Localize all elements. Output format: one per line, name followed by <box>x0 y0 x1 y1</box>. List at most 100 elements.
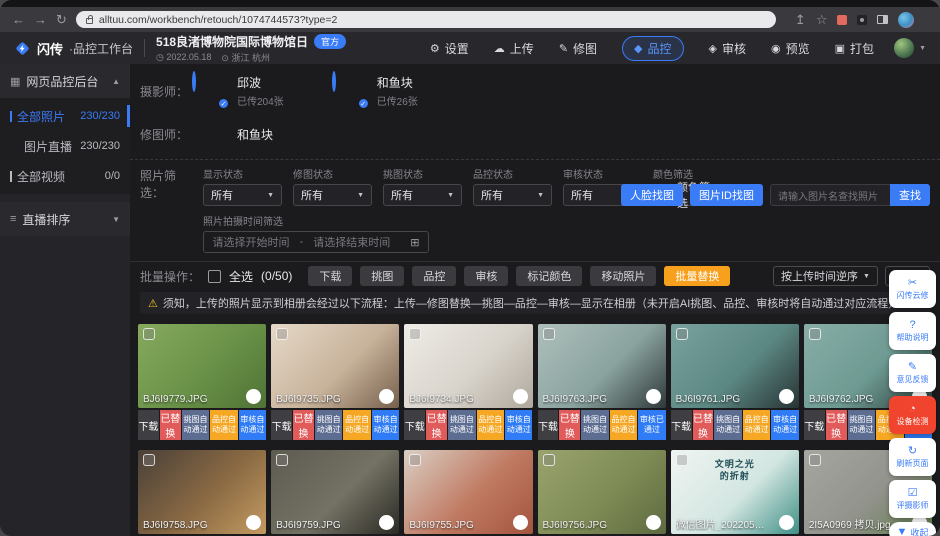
sidebar-group-backend[interactable]: ▦ 网页品控后台 ▲ <box>0 64 130 98</box>
audit-status-tag[interactable]: 审核自动通过 <box>505 410 532 440</box>
photo-select-circle[interactable] <box>513 515 528 530</box>
photo-select-circle[interactable] <box>379 515 394 530</box>
float-闪传云修-button[interactable]: ✂闪传云修 <box>889 270 936 308</box>
photo-select-circle[interactable] <box>379 389 394 404</box>
sidebar-item-图片直播[interactable]: 图片直播230/230 <box>0 131 130 161</box>
pick-status-tag[interactable]: 挑图自动通过 <box>448 410 475 440</box>
sidebar-panel-icon[interactable] <box>877 15 888 24</box>
photo-thumbnail[interactable]: BJ6I9761.JPG <box>671 324 799 408</box>
qc-status-tag[interactable]: 品控自动通过 <box>210 410 237 440</box>
photo-thumbnail[interactable]: BJ6I9763.JPG <box>538 324 666 408</box>
download-button[interactable]: 下载 <box>138 410 159 440</box>
share-icon[interactable]: ↥ <box>795 13 806 26</box>
address-bar[interactable]: alltuu.com/workbench/retouch/1074744573?… <box>76 11 776 28</box>
nav-item-设置[interactable]: ⚙设置 <box>430 40 469 57</box>
replaced-status-tag[interactable]: 已替换 <box>160 410 181 440</box>
qc-status-tag[interactable]: 品控自动通过 <box>610 410 637 440</box>
download-button[interactable]: 下载 <box>404 410 425 440</box>
id-search-button[interactable]: 图片ID找图 <box>690 184 763 206</box>
batch-品控-button[interactable]: 品控 <box>412 266 456 286</box>
pick-status-tag[interactable]: 挑图自动通过 <box>182 410 209 440</box>
float-帮助说明-button[interactable]: ?帮助说明 <box>889 312 936 350</box>
forward-icon[interactable]: → <box>34 13 47 26</box>
photo-thumbnail[interactable]: BJ6I9734.JPG <box>404 324 532 408</box>
photo-checkbox[interactable] <box>276 328 288 340</box>
avatar[interactable] <box>332 71 336 92</box>
filter-select-挑图状态[interactable]: 所有▼ <box>383 184 462 206</box>
pick-status-tag[interactable]: 挑图自动通过 <box>848 410 875 440</box>
extension-icon[interactable] <box>837 15 847 25</box>
search-input[interactable]: 请输入图片名查找照片 <box>770 184 890 206</box>
browser-profile-avatar[interactable] <box>898 12 914 28</box>
photo-thumbnail[interactable]: 文明之光的折射微信图片_202205… <box>671 450 799 534</box>
batch-挑图-button[interactable]: 挑图 <box>360 266 404 286</box>
audit-status-tag[interactable]: 审核自动通过 <box>771 410 798 440</box>
photo-checkbox[interactable] <box>809 454 821 466</box>
photo-checkbox[interactable] <box>543 328 555 340</box>
sidebar-item-全部视频[interactable]: 全部视频0/0 <box>0 161 130 191</box>
avatar[interactable] <box>192 71 196 92</box>
sort-order-select[interactable]: 按上传时间逆序 ▼ <box>773 266 878 286</box>
float-评摄影师-button[interactable]: ☑评摄影师 <box>889 480 936 518</box>
photo-thumbnail[interactable]: BJ6I9758.JPG <box>138 450 266 534</box>
photo-checkbox[interactable] <box>676 328 688 340</box>
audit-status-tag[interactable]: 审核自动通过 <box>239 410 266 440</box>
photo-checkbox[interactable] <box>276 454 288 466</box>
qc-status-tag[interactable]: 品控自动通过 <box>743 410 770 440</box>
sidebar-group-sort[interactable]: ≡ 直播排序 ▼ <box>0 202 130 236</box>
photo-select-circle[interactable] <box>246 515 261 530</box>
nav-item-打包[interactable]: ▣打包 <box>835 40 874 57</box>
user-menu[interactable]: ▼ <box>894 38 926 58</box>
photo-checkbox[interactable] <box>143 454 155 466</box>
float-收起-button[interactable]: ▼收起 <box>889 522 936 536</box>
batch-标记颜色-button[interactable]: 标记颜色 <box>516 266 582 286</box>
qc-status-tag[interactable]: 品控自动通过 <box>343 410 370 440</box>
download-button[interactable]: 下载 <box>271 410 292 440</box>
replaced-status-tag[interactable]: 已替换 <box>693 410 714 440</box>
face-search-button[interactable]: 人脸找图 <box>621 184 683 206</box>
pick-status-tag[interactable]: 挑图自动通过 <box>315 410 342 440</box>
photo-checkbox[interactable] <box>143 328 155 340</box>
nav-item-品控[interactable]: ◆品控 <box>622 36 683 61</box>
batch-审核-button[interactable]: 审核 <box>464 266 508 286</box>
select-all-checkbox[interactable] <box>208 270 221 283</box>
audit-status-tag[interactable]: 审核已通过 <box>638 410 665 440</box>
filter-select-显示状态[interactable]: 所有▼ <box>203 184 282 206</box>
photo-checkbox[interactable] <box>676 454 688 466</box>
photo-select-circle[interactable] <box>779 389 794 404</box>
photo-checkbox[interactable] <box>543 454 555 466</box>
float-刷新页面-button[interactable]: ↻刷新页面 <box>889 438 936 476</box>
filter-select-品控状态[interactable]: 所有▼ <box>473 184 552 206</box>
float-意见反馈-button[interactable]: ✎意见反馈 <box>889 354 936 392</box>
photo-select-circle[interactable] <box>646 389 661 404</box>
extensions-menu-icon[interactable] <box>857 15 867 25</box>
search-button[interactable]: 查找 <box>890 184 930 206</box>
nav-item-上传[interactable]: ☁上传 <box>494 40 534 57</box>
reload-icon[interactable]: ↻ <box>56 13 67 26</box>
float-设备检测-button[interactable]: ◔设备检测 <box>889 396 936 434</box>
qc-status-tag[interactable]: 品控自动通过 <box>477 410 504 440</box>
sidebar-item-全部照片[interactable]: 全部照片230/230 <box>0 101 130 131</box>
pick-status-tag[interactable]: 挑图自动通过 <box>581 410 608 440</box>
date-range-input[interactable]: 请选择开始时间 - 请选择结束时间 ⊞ <box>203 231 429 253</box>
bookmark-star-icon[interactable]: ☆ <box>816 13 828 26</box>
filter-select-修图状态[interactable]: 所有▼ <box>293 184 372 206</box>
nav-item-预览[interactable]: ◉预览 <box>771 40 810 57</box>
photo-select-circle[interactable] <box>779 515 794 530</box>
replaced-status-tag[interactable]: 已替换 <box>826 410 847 440</box>
replaced-status-tag[interactable]: 已替换 <box>293 410 314 440</box>
photo-thumbnail[interactable]: BJ6I9735.JPG <box>271 324 399 408</box>
batch-下载-button[interactable]: 下载 <box>308 266 352 286</box>
photo-select-circle[interactable] <box>246 389 261 404</box>
replaced-status-tag[interactable]: 已替换 <box>559 410 580 440</box>
batch-replace-button[interactable]: 批量替换 <box>664 266 730 286</box>
user-avatar[interactable] <box>894 38 914 58</box>
photo-thumbnail[interactable]: BJ6I9755.JPG <box>404 450 532 534</box>
photo-thumbnail[interactable]: BJ6I9759.JPG <box>271 450 399 534</box>
photo-thumbnail[interactable]: BJ6I9756.JPG <box>538 450 666 534</box>
back-icon[interactable]: ← <box>12 13 25 26</box>
nav-item-修图[interactable]: ✎修图 <box>559 40 597 57</box>
download-button[interactable]: 下载 <box>538 410 559 440</box>
replaced-status-tag[interactable]: 已替换 <box>426 410 447 440</box>
audit-status-tag[interactable]: 审核自动通过 <box>372 410 399 440</box>
